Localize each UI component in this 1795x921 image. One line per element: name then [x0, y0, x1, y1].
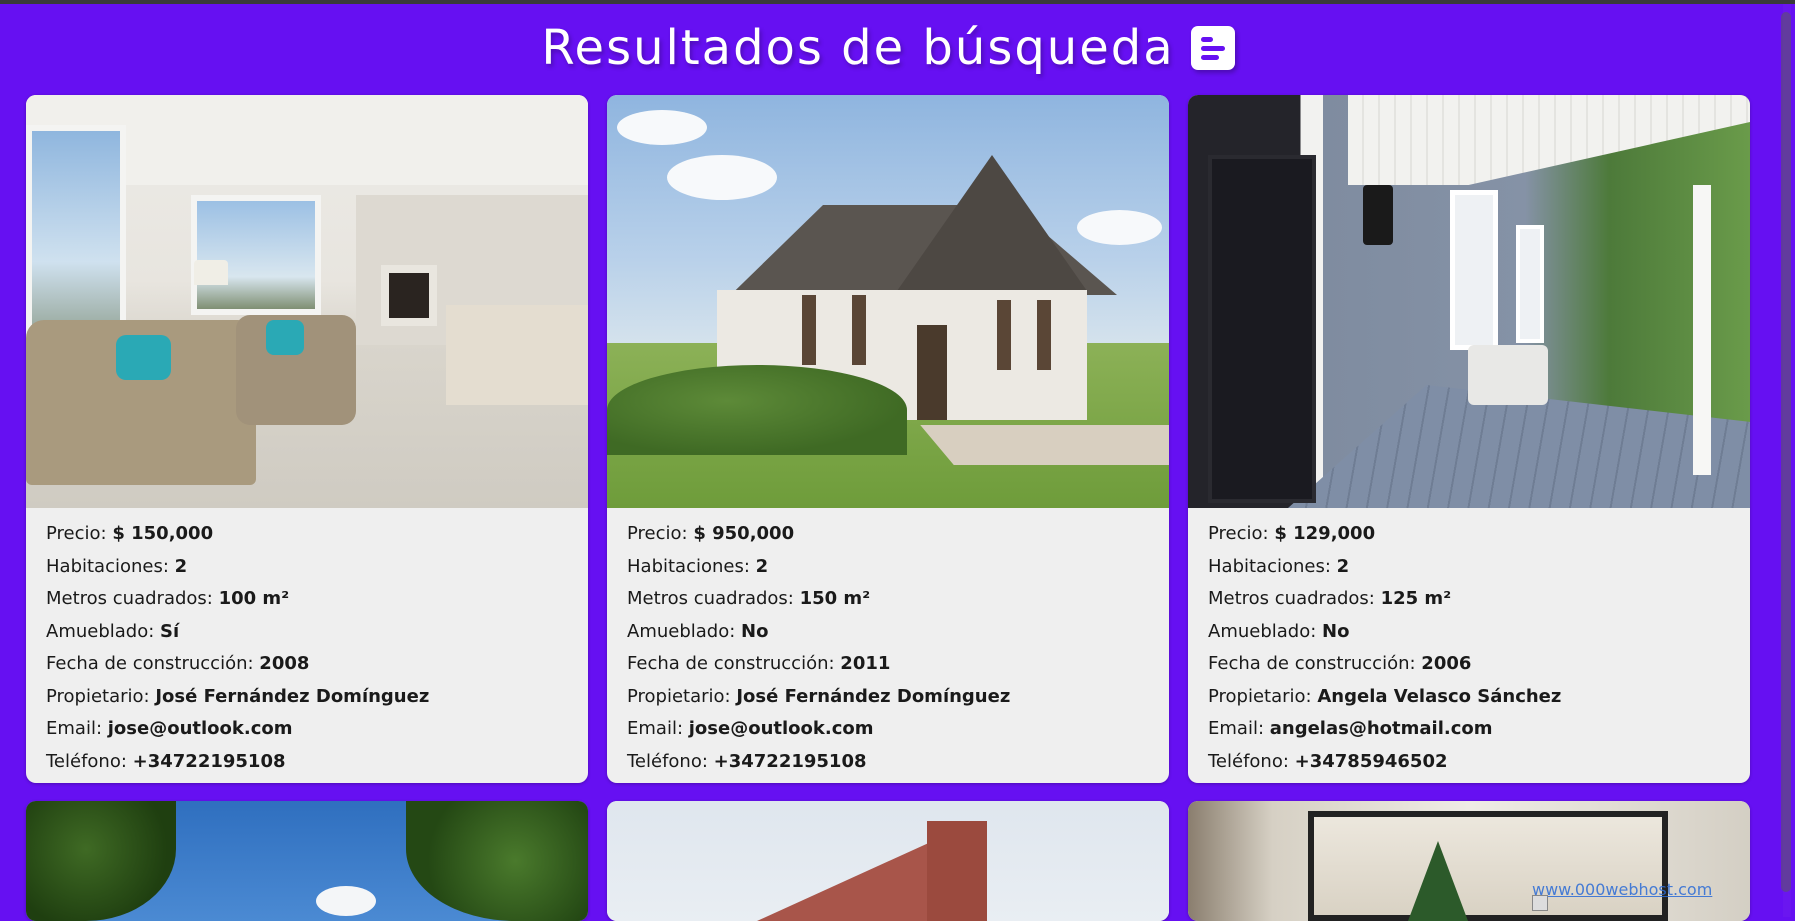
email-row: Email: angelas@hotmail.com — [1208, 718, 1493, 739]
price-row: Precio: $ 129,000 — [1208, 523, 1376, 544]
furnished-row: Amueblado: No — [1208, 620, 1350, 642]
owner-row: Propietario: Angela Velasco Sánchez — [1208, 685, 1562, 707]
listing-photo[interactable] — [26, 801, 588, 921]
furnished-value: Sí — [160, 620, 180, 642]
area-value: 125 m² — [1380, 588, 1452, 609]
built-row: Fecha de construcción: 2006 — [1208, 653, 1472, 674]
rooms-row: Habitaciones: 2 — [627, 555, 769, 577]
owner-row: Propietario: José Fernández Domínguez — [627, 685, 1011, 707]
rooms-row: Habitaciones: 2 — [1208, 555, 1350, 577]
price-value: $ 150,000 — [112, 523, 214, 544]
price-value: $ 129,000 — [1274, 523, 1376, 544]
owner-value: José Fernández Domínguez — [736, 685, 1011, 707]
listing-card[interactable] — [1188, 801, 1750, 921]
built-value: 2008 — [259, 653, 310, 674]
phone-value: +34722195108 — [713, 750, 867, 772]
results-grid: Precio: $ 150,000 Habitaciones: 2 Metros… — [26, 95, 1750, 921]
list-icon — [1190, 26, 1235, 70]
price-row: Precio: $ 150,000 — [46, 523, 214, 544]
listing-photo[interactable] — [607, 801, 1169, 921]
hosting-watermark-link[interactable]: www.000webhost.com — [1532, 880, 1712, 899]
listing-info: Precio: $ 129,000 Habitaciones: 2 Metros… — [1188, 508, 1750, 778]
built-row: Fecha de construcción: 2011 — [627, 653, 891, 674]
email-row: Email: jose@outlook.com — [46, 718, 293, 739]
page-title: Resultados de búsqueda — [541, 20, 1175, 76]
listing-card[interactable]: Precio: $ 950,000 Habitaciones: 2 Metros… — [607, 95, 1169, 783]
listing-card[interactable]: Precio: $ 150,000 Habitaciones: 2 Metros… — [26, 95, 588, 783]
listing-card[interactable] — [26, 801, 588, 921]
phone-row: Teléfono: +34785946502 — [1208, 750, 1448, 772]
listing-info: Precio: $ 950,000 Habitaciones: 2 Metros… — [607, 508, 1169, 778]
area-value: 150 m² — [799, 588, 871, 609]
listing-card[interactable] — [607, 801, 1169, 921]
listing-card[interactable]: Precio: $ 129,000 Habitaciones: 2 Metros… — [1188, 95, 1750, 783]
built-value: 2011 — [840, 653, 891, 674]
email-value: angelas@hotmail.com — [1269, 718, 1493, 739]
rooms-row: Habitaciones: 2 — [46, 555, 188, 577]
header: Resultados de búsqueda — [0, 4, 1776, 92]
furnished-row: Amueblado: No — [627, 620, 769, 642]
price-row: Precio: $ 950,000 — [627, 523, 795, 544]
phone-value: +34785946502 — [1294, 750, 1448, 772]
listing-photo[interactable] — [607, 95, 1169, 508]
listing-photo[interactable] — [1188, 95, 1750, 508]
email-value: jose@outlook.com — [107, 718, 293, 739]
price-value: $ 950,000 — [693, 523, 795, 544]
listing-photo[interactable] — [1188, 801, 1750, 921]
rooms-value: 2 — [1336, 555, 1350, 577]
area-row: Metros cuadrados: 100 m² — [46, 588, 290, 609]
area-row: Metros cuadrados: 150 m² — [627, 588, 871, 609]
furnished-row: Amueblado: Sí — [46, 620, 180, 642]
owner-value: Angela Velasco Sánchez — [1317, 685, 1562, 707]
area-value: 100 m² — [218, 588, 290, 609]
listing-info: Precio: $ 150,000 Habitaciones: 2 Metros… — [26, 508, 588, 778]
owner-row: Propietario: José Fernández Domínguez — [46, 685, 430, 707]
phone-value: +34722195108 — [132, 750, 286, 772]
built-value: 2006 — [1421, 653, 1472, 674]
built-row: Fecha de construcción: 2008 — [46, 653, 310, 674]
rooms-value: 2 — [755, 555, 769, 577]
phone-row: Teléfono: +34722195108 — [627, 750, 867, 772]
furnished-value: No — [1322, 620, 1350, 642]
listing-photo[interactable] — [26, 95, 588, 508]
phone-row: Teléfono: +34722195108 — [46, 750, 286, 772]
email-row: Email: jose@outlook.com — [627, 718, 874, 739]
watermark-image — [1532, 895, 1548, 911]
owner-value: José Fernández Domínguez — [155, 685, 430, 707]
furnished-value: No — [741, 620, 769, 642]
area-row: Metros cuadrados: 125 m² — [1208, 588, 1452, 609]
email-value: jose@outlook.com — [688, 718, 874, 739]
scrollbar-thumb[interactable] — [1781, 12, 1791, 892]
rooms-value: 2 — [174, 555, 188, 577]
